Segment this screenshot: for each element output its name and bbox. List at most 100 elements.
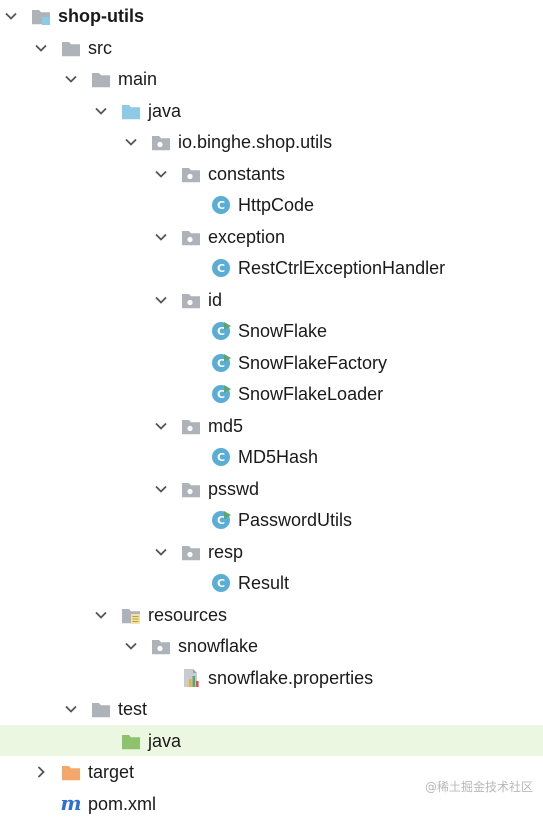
tree-node-resources[interactable]: resources bbox=[0, 599, 543, 631]
svg-text:C: C bbox=[217, 388, 225, 401]
tree-node-label: SnowFlakeLoader bbox=[238, 383, 383, 405]
chevron-down-icon[interactable] bbox=[154, 545, 168, 559]
resources-folder-icon bbox=[120, 604, 142, 626]
class-run-icon: C bbox=[210, 383, 232, 405]
watermark: @稀土掘金技术社区 bbox=[425, 778, 533, 795]
tree-node-label: resp bbox=[208, 541, 243, 563]
svg-text:m: m bbox=[60, 793, 81, 815]
chevron-down-icon[interactable] bbox=[154, 419, 168, 433]
svg-text:C: C bbox=[217, 357, 225, 370]
chevron-down-icon[interactable] bbox=[124, 135, 138, 149]
tree-node-httpcode[interactable]: C HttpCode bbox=[0, 189, 543, 221]
class-icon: C bbox=[210, 257, 232, 279]
tree-node-label: constants bbox=[208, 163, 285, 185]
svg-text:C: C bbox=[217, 325, 225, 338]
tree-node-shop-utils[interactable]: shop-utils bbox=[0, 0, 543, 32]
svg-text:C: C bbox=[217, 577, 225, 590]
tree-node-label: id bbox=[208, 289, 222, 311]
tree-node-snowflakefactory[interactable]: C SnowFlakeFactory bbox=[0, 347, 543, 379]
svg-text:C: C bbox=[217, 514, 225, 527]
folder-icon bbox=[90, 68, 112, 90]
chevron-down-icon[interactable] bbox=[64, 72, 78, 86]
tree-node-psswd[interactable]: psswd bbox=[0, 473, 543, 505]
folder-icon bbox=[90, 698, 112, 720]
tree-node-md5[interactable]: md5 bbox=[0, 410, 543, 442]
tree-node-snowflake-properties[interactable]: snowflake.properties bbox=[0, 662, 543, 694]
svg-text:C: C bbox=[217, 199, 225, 212]
package-icon bbox=[180, 541, 202, 563]
tree-node-result[interactable]: C Result bbox=[0, 567, 543, 599]
package-icon bbox=[180, 289, 202, 311]
class-run-icon: C bbox=[210, 352, 232, 374]
package-icon bbox=[180, 478, 202, 500]
package-icon bbox=[150, 635, 172, 657]
tree-node-io-binghe-shop-utils[interactable]: io.binghe.shop.utils bbox=[0, 126, 543, 158]
tree-node-label: java bbox=[148, 100, 181, 122]
package-icon bbox=[150, 131, 172, 153]
excluded-folder-icon bbox=[60, 761, 82, 783]
tree-node-label: exception bbox=[208, 226, 285, 248]
module-folder-icon bbox=[30, 5, 52, 27]
tree-node-label: HttpCode bbox=[238, 194, 314, 216]
folder-icon bbox=[60, 37, 82, 59]
tree-node-passwordutils[interactable]: C PasswordUtils bbox=[0, 504, 543, 536]
package-icon bbox=[180, 163, 202, 185]
tree-node-label: target bbox=[88, 761, 134, 783]
chevron-down-icon[interactable] bbox=[154, 482, 168, 496]
tree-node-resp[interactable]: resp bbox=[0, 536, 543, 568]
package-icon bbox=[180, 415, 202, 437]
chevron-right-icon[interactable] bbox=[34, 765, 48, 779]
svg-text:C: C bbox=[217, 262, 225, 275]
tree-node-label: md5 bbox=[208, 415, 243, 437]
tree-node-label: snowflake bbox=[178, 635, 258, 657]
chevron-down-icon[interactable] bbox=[124, 639, 138, 653]
test-root-folder-icon bbox=[120, 730, 142, 752]
tree-node-label: shop-utils bbox=[58, 5, 144, 27]
properties-file-icon bbox=[180, 667, 202, 689]
chevron-down-icon[interactable] bbox=[34, 41, 48, 55]
tree-node-label: pom.xml bbox=[88, 793, 156, 815]
tree-node-label: psswd bbox=[208, 478, 259, 500]
tree-node-label: io.binghe.shop.utils bbox=[178, 131, 332, 153]
tree-node-snowflakeloader[interactable]: C SnowFlakeLoader bbox=[0, 378, 543, 410]
tree-node-label: src bbox=[88, 37, 112, 59]
tree-node-exception[interactable]: exception bbox=[0, 221, 543, 253]
chevron-down-icon[interactable] bbox=[154, 230, 168, 244]
class-icon: C bbox=[210, 194, 232, 216]
tree-node-test-java[interactable]: java bbox=[0, 725, 543, 757]
tree-node-constants[interactable]: constants bbox=[0, 158, 543, 190]
tree-node-label: java bbox=[148, 730, 181, 752]
class-icon: C bbox=[210, 572, 232, 594]
chevron-down-icon[interactable] bbox=[154, 293, 168, 307]
tree-node-label: snowflake.properties bbox=[208, 667, 373, 689]
class-run-icon: C bbox=[210, 320, 232, 342]
tree-node-label: MD5Hash bbox=[238, 446, 318, 468]
svg-text:C: C bbox=[217, 451, 225, 464]
chevron-down-icon[interactable] bbox=[94, 608, 108, 622]
tree-node-label: SnowFlakeFactory bbox=[238, 352, 387, 374]
class-run-icon: C bbox=[210, 509, 232, 531]
tree-node-id[interactable]: id bbox=[0, 284, 543, 316]
class-icon: C bbox=[210, 446, 232, 468]
tree-node-md5hash[interactable]: C MD5Hash bbox=[0, 441, 543, 473]
tree-node-src[interactable]: src bbox=[0, 32, 543, 64]
chevron-down-icon[interactable] bbox=[64, 702, 78, 716]
chevron-down-icon[interactable] bbox=[4, 9, 18, 23]
tree-node-java[interactable]: java bbox=[0, 95, 543, 127]
tree-node-label: resources bbox=[148, 604, 227, 626]
tree-node-snowflake[interactable]: C SnowFlake bbox=[0, 315, 543, 347]
tree-node-label: PasswordUtils bbox=[238, 509, 352, 531]
tree-node-label: SnowFlake bbox=[238, 320, 327, 342]
tree-node-label: RestCtrlExceptionHandler bbox=[238, 257, 445, 279]
tree-node-restctrlexceptionhandler[interactable]: C RestCtrlExceptionHandler bbox=[0, 252, 543, 284]
package-icon bbox=[180, 226, 202, 248]
tree-node-snowflake-folder[interactable]: snowflake bbox=[0, 630, 543, 662]
tree-node-label: Result bbox=[238, 572, 289, 594]
tree-node-label: test bbox=[118, 698, 147, 720]
tree-node-label: main bbox=[118, 68, 157, 90]
chevron-down-icon[interactable] bbox=[94, 104, 108, 118]
source-root-folder-icon bbox=[120, 100, 142, 122]
chevron-down-icon[interactable] bbox=[154, 167, 168, 181]
tree-node-main[interactable]: main bbox=[0, 63, 543, 95]
tree-node-test[interactable]: test bbox=[0, 693, 543, 725]
